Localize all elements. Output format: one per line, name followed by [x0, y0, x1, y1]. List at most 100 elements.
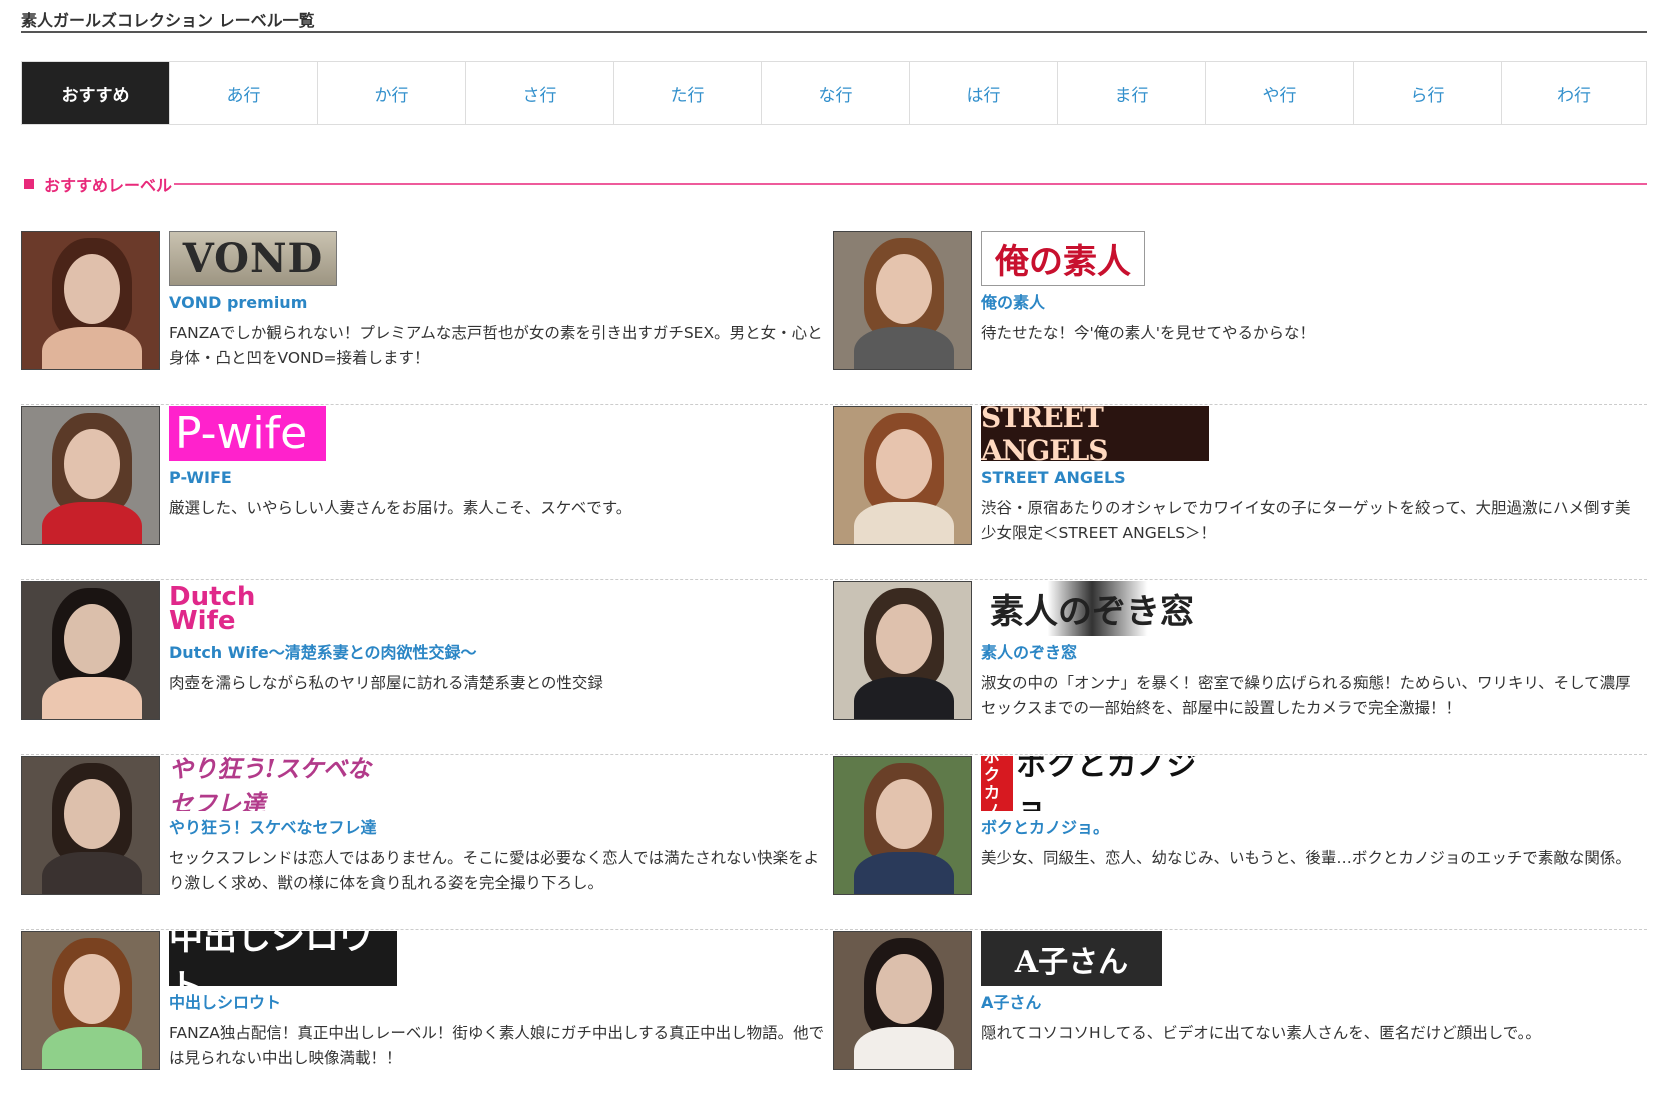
- logo-text: STREET ANGELS: [981, 406, 1108, 461]
- label-info: やり狂う!スケベなセフレ達 やり狂う！スケベなセフレ達 セックスフレンドは恋人で…: [169, 756, 833, 895]
- label-name-link[interactable]: やり狂う！スケベなセフレ達: [169, 817, 833, 839]
- label-logo[interactable]: 中出しシロウト: [169, 931, 397, 986]
- label-description: 隠れてコソコソHしてる、ビデオに出てない素人さんを、匿名だけど顔出しで。。: [981, 1024, 1541, 1042]
- page-container: 素人ガールズコレクション レーベル一覧 おすすめ あ行 か行 さ行 た行 な行 …: [21, 0, 1647, 1070]
- label-name-link[interactable]: ボクとカノジョ。: [981, 817, 1647, 839]
- label-name-link[interactable]: A子さん: [981, 992, 1647, 1014]
- label-card: STREET ANGELS STREET ANGELS 渋谷・原宿あたりのオシャ…: [833, 405, 1647, 545]
- label-logo[interactable]: Dutch Wife: [169, 581, 285, 636]
- section-divider: [174, 183, 1647, 185]
- body-shape: [42, 1027, 142, 1069]
- label-logo[interactable]: A子さん: [981, 931, 1162, 986]
- section-heading: おすすめレーベル: [21, 173, 1647, 195]
- face-shape: [876, 604, 932, 674]
- label-card: ボク カノ ボクとカノジョ。 ボクとカノジョ。 美少女、同級生、恋人、幼なじみ、いも…: [833, 755, 1647, 895]
- label-name-link[interactable]: P-WIFE: [169, 467, 833, 489]
- label-name-link[interactable]: VOND premium: [169, 292, 833, 314]
- tab-a-row[interactable]: あ行: [170, 62, 318, 124]
- kana-tab-bar: おすすめ あ行 か行 さ行 た行 な行 は行 ま行 や行 ら行 わ行: [21, 61, 1647, 125]
- tab-ta-row[interactable]: た行: [614, 62, 762, 124]
- label-logo[interactable]: P-wife: [169, 406, 326, 461]
- label-thumbnail[interactable]: [21, 231, 160, 370]
- face-shape: [876, 254, 932, 324]
- label-thumbnail[interactable]: [21, 931, 160, 1070]
- label-logo[interactable]: やり狂う!スケベなセフレ達: [169, 756, 387, 811]
- page-title: 素人ガールズコレクション レーベル一覧: [21, 0, 1647, 33]
- label-info: VOND VOND premium FANZAでしか観られない！プレミアムな志戸…: [169, 231, 833, 370]
- face-shape: [876, 779, 932, 849]
- label-thumbnail[interactable]: [21, 406, 160, 545]
- tab-wa-row[interactable]: わ行: [1502, 62, 1646, 124]
- label-description: セックスフレンドは恋人ではありません。そこに愛は必要なく恋人では満たされない快楽…: [169, 849, 820, 892]
- label-description: FANZA独占配信！真正中出しレーベル！街ゆく素人娘にガチ中出しする真正中出し物…: [169, 1024, 825, 1067]
- label-row: P-wife P-WIFE 厳選した、いやらしい人妻さんをお届け。素人こそ、スケ…: [21, 405, 1647, 580]
- tab-ha-row[interactable]: は行: [910, 62, 1058, 124]
- label-thumbnail[interactable]: [21, 756, 160, 895]
- body-shape: [42, 327, 142, 369]
- tab-recommended[interactable]: おすすめ: [22, 62, 170, 124]
- logo-text: A子さん: [1014, 944, 1129, 980]
- section-heading-text: おすすめレーベル: [44, 176, 173, 195]
- square-bullet-icon: [24, 179, 34, 189]
- tab-ka-row[interactable]: か行: [318, 62, 466, 124]
- tab-ya-row[interactable]: や行: [1206, 62, 1354, 124]
- label-thumbnail[interactable]: [833, 756, 972, 895]
- label-description: FANZAでしか観られない！プレミアムな志戸哲也が女の素を引き出すガチSEX。男…: [169, 324, 823, 367]
- logo-text: 俺の素人: [995, 242, 1131, 282]
- label-name-link[interactable]: STREET ANGELS: [981, 467, 1647, 489]
- tab-na-row[interactable]: な行: [762, 62, 910, 124]
- label-row: やり狂う!スケベなセフレ達 やり狂う！スケベなセフレ達 セックスフレンドは恋人で…: [21, 755, 1647, 930]
- label-info: STREET ANGELS STREET ANGELS 渋谷・原宿あたりのオシャ…: [981, 406, 1647, 545]
- label-card: 素人のぞき窓 素人のぞき窓 淑女の中の「オンナ」を暴く！密室で繰り広げられる痴態…: [833, 580, 1647, 720]
- label-description: 美少女、同級生、恋人、幼なじみ、いもうと、後輩…ボクとカノジョのエッチで素敵な関…: [981, 849, 1631, 867]
- label-logo[interactable]: VOND: [169, 231, 337, 286]
- label-row: 中出しシロウト 中出しシロウト FANZA独占配信！真正中出しレーベル！街ゆく素…: [21, 930, 1647, 1093]
- label-name-link[interactable]: Dutch Wife～清楚系妻との肉欲性交録～: [169, 642, 833, 664]
- logo-text: P-wife: [175, 408, 308, 459]
- label-logo[interactable]: 俺の素人: [981, 231, 1145, 286]
- body-shape: [42, 677, 142, 719]
- body-shape: [854, 677, 954, 719]
- face-shape: [64, 779, 120, 849]
- face-shape: [64, 604, 120, 674]
- face-shape: [64, 954, 120, 1024]
- body-shape: [42, 502, 142, 544]
- body-shape: [854, 852, 954, 894]
- label-card: 俺の素人 俺の素人 待たせたな！今'俺の素人'を見せてやるからな！: [833, 230, 1647, 370]
- logo-text: ボクとカノジョ。: [1016, 756, 1197, 811]
- label-description: 淑女の中の「オンナ」を暴く！密室で繰り広げられる痴態！ためらい、ワリキリ、そして…: [981, 674, 1631, 717]
- label-card: P-wife P-WIFE 厳選した、いやらしい人妻さんをお届け。素人こそ、スケ…: [21, 405, 833, 545]
- body-shape: [854, 502, 954, 544]
- tab-sa-row[interactable]: さ行: [466, 62, 614, 124]
- label-info: 俺の素人 俺の素人 待たせたな！今'俺の素人'を見せてやるからな！: [981, 231, 1647, 370]
- label-card: A子さん A子さん 隠れてコソコソHしてる、ビデオに出てない素人さんを、匿名だけ…: [833, 930, 1647, 1070]
- tab-ma-row[interactable]: ま行: [1058, 62, 1206, 124]
- label-thumbnail[interactable]: [833, 231, 972, 370]
- tab-ra-row[interactable]: ら行: [1354, 62, 1502, 124]
- logo-text: やり狂う!スケベなセフレ達: [169, 756, 371, 811]
- body-shape: [854, 327, 954, 369]
- label-logo[interactable]: STREET ANGELS: [981, 406, 1209, 461]
- label-description: 肉壺を濡らしながら私のヤリ部屋に訪れる清楚系妻との性交録: [169, 674, 603, 692]
- label-info: ボク カノ ボクとカノジョ。 ボクとカノジョ。 美少女、同級生、恋人、幼なじみ、いも…: [981, 756, 1647, 895]
- label-thumbnail[interactable]: [833, 406, 972, 545]
- label-thumbnail[interactable]: [833, 581, 972, 720]
- label-thumbnail[interactable]: [21, 581, 160, 720]
- logo-text: VOND: [182, 235, 324, 282]
- label-info: P-wife P-WIFE 厳選した、いやらしい人妻さんをお届け。素人こそ、スケ…: [169, 406, 833, 545]
- label-info: 中出しシロウト 中出しシロウト FANZA独占配信！真正中出しレーベル！街ゆく素…: [169, 931, 833, 1070]
- label-card: やり狂う!スケベなセフレ達 やり狂う！スケベなセフレ達 セックスフレンドは恋人で…: [21, 755, 833, 895]
- label-description: 待たせたな！今'俺の素人'を見せてやるからな！: [981, 324, 1316, 342]
- logo-text: 中出しシロウト: [169, 931, 373, 986]
- label-row: VOND VOND premium FANZAでしか観られない！プレミアムな志戸…: [21, 230, 1647, 405]
- label-info: Dutch Wife Dutch Wife～清楚系妻との肉欲性交録～ 肉壺を濡ら…: [169, 581, 833, 720]
- label-name-link[interactable]: 中出しシロウト: [169, 992, 833, 1014]
- face-shape: [876, 954, 932, 1024]
- label-name-link[interactable]: 素人のぞき窓: [981, 642, 1647, 664]
- label-thumbnail[interactable]: [833, 931, 972, 1070]
- label-logo[interactable]: ボク カノ ボクとカノジョ。: [981, 756, 1209, 811]
- label-card: VOND VOND premium FANZAでしか観られない！プレミアムな志戸…: [21, 230, 833, 370]
- label-info: A子さん A子さん 隠れてコソコソHしてる、ビデオに出てない素人さんを、匿名だけ…: [981, 931, 1647, 1070]
- label-logo[interactable]: 素人のぞき窓: [981, 581, 1203, 636]
- label-name-link[interactable]: 俺の素人: [981, 292, 1647, 314]
